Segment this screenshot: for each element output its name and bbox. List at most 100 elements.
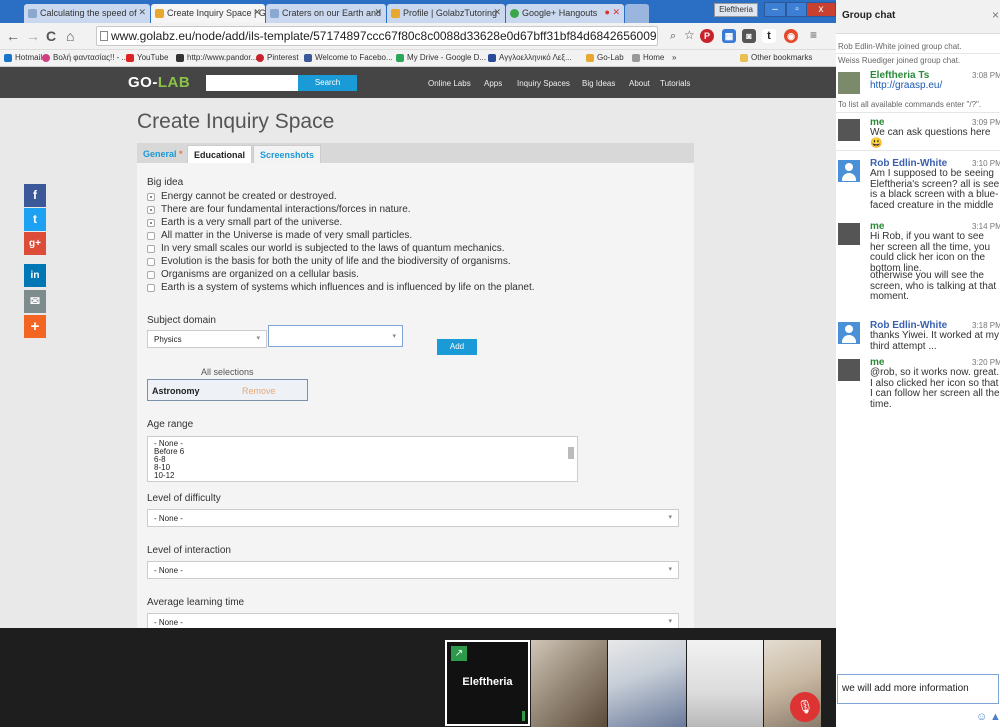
nav-tutorials[interactable]: Tutorials (660, 79, 690, 88)
close-icon[interactable]: ✕ (374, 7, 382, 18)
nav-inquiry-spaces[interactable]: Inquiry Spaces (517, 79, 570, 88)
participant-video[interactable] (687, 640, 763, 727)
tab-educational[interactable]: Educational (187, 145, 253, 163)
add-button[interactable]: Add (437, 339, 477, 355)
checkbox-unchecked[interactable] (147, 271, 155, 279)
checkbox-unchecked[interactable] (147, 284, 155, 292)
bookmark-item[interactable]: Welcome to Facebo... (304, 53, 393, 62)
big-idea-checkbox[interactable]: Earth is a very small part of the univer… (147, 217, 342, 228)
browser-tab[interactable]: Craters on our Earth and ✕ (266, 4, 386, 23)
extension-icon[interactable]: ▦ (722, 29, 736, 43)
checkbox-checked[interactable] (147, 219, 155, 227)
tp-extension-icon[interactable]: t (762, 29, 776, 43)
message-link[interactable]: http://graasp.eu/ (870, 80, 1000, 92)
close-icon[interactable]: ✕ (253, 7, 261, 18)
browser-tab-active[interactable]: Create Inquiry Space | Go- ✕ (151, 4, 265, 23)
bookmark-item[interactable]: Pinterest (256, 53, 299, 62)
checkbox-unchecked[interactable] (147, 245, 155, 253)
more-share-icon[interactable]: + (24, 315, 46, 338)
list-item[interactable]: Before 6 (154, 448, 571, 456)
pinterest-extension-icon[interactable]: P (700, 29, 714, 43)
scroll-thumb[interactable] (568, 447, 574, 459)
profile-button[interactable]: Eleftheria (714, 3, 758, 17)
big-idea-checkbox[interactable]: Organisms are organized on a cellular ba… (147, 269, 359, 280)
big-idea-checkbox[interactable]: All matter in the Universe is made of ve… (147, 230, 412, 241)
extension-icon[interactable]: ◉ (784, 29, 798, 43)
camera-extension-icon[interactable]: ◙ (742, 29, 756, 43)
nav-apps[interactable]: Apps (484, 79, 502, 88)
subdomain-select[interactable]: ▾ (268, 325, 403, 347)
list-item[interactable]: - None - (154, 440, 571, 448)
bookmark-item[interactable]: http://www.pandor... (176, 53, 257, 62)
difficulty-label: Level of difficulty (147, 493, 221, 504)
google-plus-share-icon[interactable]: g+ (24, 232, 46, 255)
list-item[interactable]: 10-12 (154, 472, 571, 480)
subject-domain-select[interactable]: Physics ▾ (147, 330, 267, 348)
attach-icon[interactable]: ▲ (990, 711, 1000, 723)
age-range-listbox[interactable]: - None - Before 6 6-8 8-10 10-12 (147, 436, 578, 482)
scrollbar[interactable] (567, 439, 575, 479)
address-bar[interactable]: www.golabz.eu/node/add/ils-template/5717… (96, 26, 658, 46)
close-window-button[interactable]: x (806, 2, 836, 17)
email-share-icon[interactable]: ✉ (24, 290, 46, 313)
reload-icon[interactable]: C (46, 28, 56, 44)
presenter-tile[interactable]: ↗ Eleftheria (445, 640, 530, 726)
list-item[interactable]: 6-8 (154, 456, 571, 464)
facebook-share-icon[interactable]: f (24, 184, 46, 207)
nav-about[interactable]: About (629, 79, 650, 88)
bookmark-item[interactable]: Βολή φαντασίας!! - ... (42, 53, 128, 62)
checkbox-checked[interactable] (147, 206, 155, 214)
bookmark-item[interactable]: My Drive - Google D... (396, 53, 486, 62)
nav-online-labs[interactable]: Online Labs (428, 79, 471, 88)
list-item[interactable]: 8-10 (154, 464, 571, 472)
checkbox-unchecked[interactable] (147, 232, 155, 240)
site-search-button[interactable]: Search (298, 75, 357, 91)
close-icon[interactable]: ✕ (138, 7, 146, 18)
browser-tab[interactable]: Google+ Hangouts ● ✕ (506, 4, 624, 23)
zoom-icon[interactable]: ⌕ (670, 30, 676, 43)
checkbox-unchecked[interactable] (147, 258, 155, 266)
close-icon[interactable]: × (992, 8, 999, 22)
more-bookmarks-button[interactable]: » (672, 53, 676, 62)
bookmark-folder[interactable]: Other bookmarks (740, 53, 812, 62)
bookmark-item[interactable]: Hotmail (4, 53, 42, 62)
big-idea-checkbox[interactable]: In very small scales our world is subjec… (147, 243, 505, 254)
close-icon[interactable]: ✕ (493, 7, 501, 18)
star-icon[interactable]: ☆ (684, 28, 695, 42)
big-idea-checkbox[interactable]: Earth is a system of systems which influ… (147, 282, 535, 293)
browser-tab[interactable]: Profile | GolabzTutoring ✕ (387, 4, 505, 23)
linkedin-share-icon[interactable]: in (24, 264, 46, 287)
menu-icon[interactable]: ≡ (810, 28, 817, 42)
checkbox-checked[interactable] (147, 193, 155, 201)
browser-tab[interactable]: Calculating the speed of ✕ (24, 4, 150, 23)
bookmark-item[interactable]: Home (632, 53, 664, 62)
chat-input[interactable]: we will add more information (837, 674, 999, 704)
tab-screenshots[interactable]: Screenshots (253, 145, 322, 163)
big-idea-checkbox[interactable]: Energy cannot be created or destroyed. (147, 191, 337, 202)
back-arrow-icon[interactable]: ← (6, 28, 20, 44)
maximize-button[interactable]: ▫ (786, 2, 808, 17)
nav-big-ideas[interactable]: Big Ideas (582, 79, 615, 88)
big-idea-checkbox[interactable]: Evolution is the basis for both the unit… (147, 256, 511, 267)
difficulty-select[interactable]: - None - ▾ (147, 509, 679, 527)
bookmark-item[interactable]: Go-Lab (586, 53, 624, 62)
participant-video[interactable] (531, 640, 607, 727)
twitter-share-icon[interactable]: t (24, 208, 46, 231)
bookmark-item[interactable]: YouTube (126, 53, 168, 62)
tab-general[interactable]: General * (137, 145, 189, 163)
site-search-input[interactable] (206, 75, 298, 91)
microphone-muted-icon[interactable]: 🎙 (790, 692, 820, 722)
interaction-select[interactable]: - None - ▾ (147, 561, 679, 579)
home-icon[interactable]: ⌂ (66, 28, 74, 44)
emoji-icon[interactable]: ☺ (976, 711, 987, 723)
learning-time-select[interactable]: - None - ▾ (147, 613, 679, 628)
forward-arrow-icon[interactable]: → (26, 28, 40, 44)
golab-logo[interactable]: GO-LAB (128, 74, 190, 91)
age-range-label: Age range (147, 419, 194, 430)
minimize-button[interactable]: – (764, 2, 786, 17)
participant-video[interactable] (608, 640, 686, 727)
remove-link[interactable]: Remove (242, 386, 276, 396)
new-tab-button[interactable] (625, 4, 649, 23)
bookmark-item[interactable]: Αγγλοελληνικό Λεξ... (488, 53, 572, 62)
big-idea-checkbox[interactable]: There are four fundamental interactions/… (147, 204, 411, 215)
